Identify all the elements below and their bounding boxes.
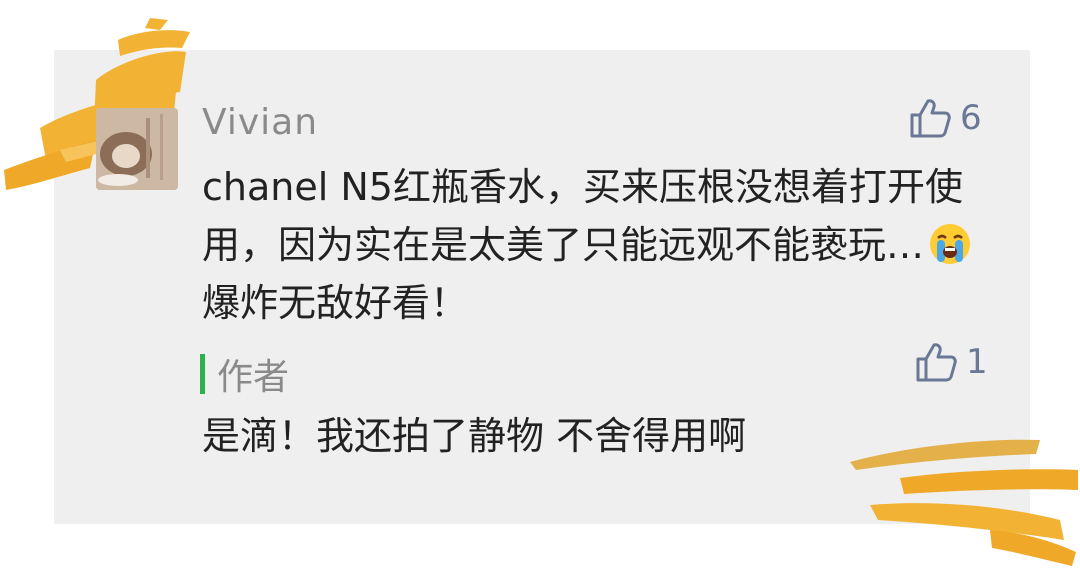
like-count: 1: [966, 342, 988, 382]
like-count: 6: [960, 98, 982, 138]
comment-like-button[interactable]: 6: [908, 96, 982, 140]
reply-text: 是滴！我还拍了静物 不舍得用啊: [202, 414, 747, 458]
thumbs-up-icon: [910, 99, 951, 138]
author-indicator-bar: [200, 354, 205, 394]
loudly-crying-face-icon: [928, 222, 972, 266]
author-reply-header: 作者: [200, 348, 289, 400]
comment-text-part: chanel N5红瓶香水，买来压根没想着打开使用，因为实在是太美了只能远观不能…: [202, 165, 963, 267]
thumbs-up-icon: [916, 343, 957, 382]
author-label: 作者: [217, 357, 290, 398]
username[interactable]: Vivian: [202, 102, 318, 143]
comment-text: chanel N5红瓶香水，买来压根没想着打开使用，因为实在是太美了只能远观不能…: [202, 158, 992, 332]
reply-like-button[interactable]: 1: [914, 340, 988, 384]
avatar[interactable]: [96, 108, 178, 190]
comment-text-part: 爆炸无敌好看！: [202, 281, 469, 325]
